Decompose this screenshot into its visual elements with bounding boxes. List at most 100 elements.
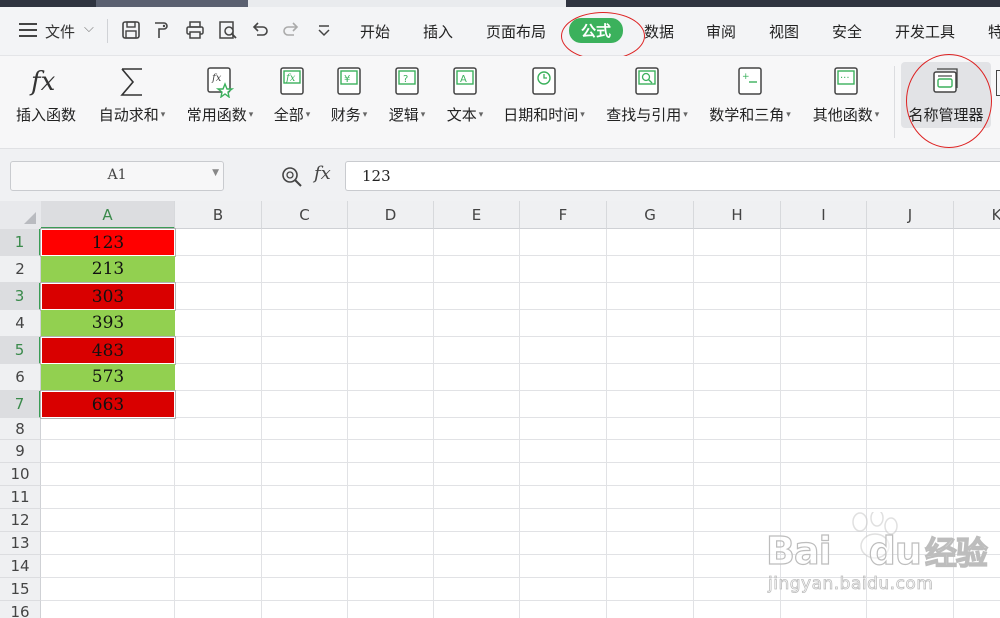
lookup-reference-label: 查找与引用 xyxy=(606,106,682,124)
math-trig-label: 数学和三角 xyxy=(709,106,785,124)
tab-home[interactable]: 开始 xyxy=(360,21,390,42)
logic-button[interactable]: ? 逻辑 ▾ xyxy=(382,56,432,148)
formula-input[interactable]: 123 xyxy=(345,161,1000,191)
row-header-6[interactable]: 6 xyxy=(0,364,41,391)
fx-formula-label[interactable]: fx xyxy=(314,163,331,184)
ribbon-divider xyxy=(894,66,895,138)
window-tab-active-strip xyxy=(248,0,566,7)
menu-hamburger-icon[interactable] xyxy=(19,23,37,37)
print-preview-icon[interactable] xyxy=(218,20,238,40)
finance-label: 财务 xyxy=(330,106,361,124)
autosum-button[interactable]: 自动求和 ▾ xyxy=(92,56,172,148)
datetime-icon xyxy=(532,67,556,95)
sigma-icon xyxy=(120,68,142,96)
finance-icon: ¥ xyxy=(337,67,361,95)
svg-text:···: ··· xyxy=(840,73,850,84)
select-all-corner[interactable] xyxy=(0,201,42,230)
row-header-10[interactable]: 10 xyxy=(0,463,41,486)
watermark-url: jingyan.baidu.com xyxy=(768,574,934,595)
row-header-13[interactable]: 13 xyxy=(0,532,41,555)
column-header-j[interactable]: J xyxy=(867,201,954,229)
format-painter-icon[interactable] xyxy=(151,20,171,40)
tab-insert[interactable]: 插入 xyxy=(423,21,453,42)
column-header-e[interactable]: E xyxy=(434,201,520,229)
grid-hline xyxy=(41,309,1000,310)
tab-view[interactable]: 视图 xyxy=(769,21,799,42)
svg-text:?: ? xyxy=(403,74,408,85)
grid-hline xyxy=(41,439,1000,440)
chevron-down-icon[interactable]: ▼ xyxy=(212,168,219,178)
all-functions-button[interactable]: fx 全部 ▾ xyxy=(268,56,316,148)
grid-hline xyxy=(41,255,1000,256)
common-functions-button[interactable]: fx 常用函数 ▾ xyxy=(180,56,260,148)
cell-a2[interactable]: 213 xyxy=(41,256,175,283)
cell-reference-box[interactable]: A1 ▼ xyxy=(10,161,224,191)
cell-a7[interactable]: 663 xyxy=(40,390,176,419)
cell-a1[interactable]: 123 xyxy=(40,228,176,257)
tab-page-layout[interactable]: 页面布局 xyxy=(486,21,546,42)
row-header-11[interactable]: 11 xyxy=(0,486,41,509)
column-header-a[interactable]: A xyxy=(41,201,175,229)
column-header-b[interactable]: B xyxy=(175,201,262,229)
menu-bar: 文件 ⌵ 开始 插入 页面布局 公式 数据 审阅 视图 安全 开发工具 特 xyxy=(0,7,1000,56)
other-functions-button[interactable]: ··· 其他函数 ▾ xyxy=(806,56,886,148)
tab-special[interactable]: 特 xyxy=(988,21,1000,42)
row-header-16[interactable]: 16 xyxy=(0,601,41,618)
datetime-label: 日期和时间 xyxy=(503,106,579,124)
grid-hline xyxy=(41,462,1000,463)
datetime-button[interactable]: 日期和时间 ▾ xyxy=(498,56,590,148)
grid-hline xyxy=(41,282,1000,283)
file-menu[interactable]: 文件 xyxy=(45,21,75,42)
row-header-7[interactable]: 7 xyxy=(0,391,41,418)
row-header-5[interactable]: 5 xyxy=(0,337,41,364)
row-header-12[interactable]: 12 xyxy=(0,509,41,532)
column-header-d[interactable]: D xyxy=(348,201,434,229)
tab-developer[interactable]: 开发工具 xyxy=(895,21,955,42)
row-header-2[interactable]: 2 xyxy=(0,256,41,283)
row-header-8[interactable]: 8 xyxy=(0,418,41,440)
column-header-g[interactable]: G xyxy=(607,201,694,229)
column-header-i[interactable]: I xyxy=(781,201,867,229)
row-header-9[interactable]: 9 xyxy=(0,440,41,463)
row-header-1[interactable]: 1 xyxy=(0,229,41,256)
insert-function-button[interactable]: fx 插入函数 xyxy=(8,56,84,148)
column-header-c[interactable]: C xyxy=(262,201,348,229)
row-header-3[interactable]: 3 xyxy=(0,283,41,310)
print-icon[interactable] xyxy=(185,20,205,40)
chevron-down-icon[interactable]: ⌵ xyxy=(84,21,94,36)
next-ribbon-item-edge[interactable] xyxy=(996,70,1000,96)
column-header-f[interactable]: F xyxy=(520,201,607,229)
grid-hline xyxy=(41,363,1000,364)
cell-a6[interactable]: 573 xyxy=(41,364,175,391)
watermark-brand-tail: du xyxy=(868,528,922,573)
row-header-4[interactable]: 4 xyxy=(0,310,41,337)
lookup-reference-button[interactable]: 查找与引用 ▾ xyxy=(600,56,694,148)
customize-dropdown-icon[interactable] xyxy=(314,20,334,40)
finance-button[interactable]: ¥ 财务 ▾ xyxy=(324,56,374,148)
undo-icon[interactable] xyxy=(250,20,270,40)
text-functions-button[interactable]: A 文本 ▾ xyxy=(440,56,490,148)
cell-a3[interactable]: 303 xyxy=(40,282,176,311)
tab-review[interactable]: 审阅 xyxy=(706,21,736,42)
column-header-h[interactable]: H xyxy=(694,201,781,229)
redo-icon[interactable] xyxy=(281,20,301,40)
grid-hline xyxy=(41,485,1000,486)
logic-icon: ? xyxy=(395,67,419,95)
column-header-k[interactable]: K xyxy=(954,201,1000,229)
text-functions-label: 文本 xyxy=(446,106,477,124)
tab-security[interactable]: 安全 xyxy=(832,21,862,42)
all-functions-icon: fx xyxy=(280,67,304,95)
grid-vline xyxy=(261,229,262,618)
cell-a4[interactable]: 393 xyxy=(41,310,175,337)
cell-reference-value: A1 xyxy=(107,167,127,183)
zoom-search-icon[interactable] xyxy=(281,166,303,188)
grid-hline xyxy=(41,336,1000,337)
formula-bar: A1 ▼ 123 xyxy=(0,149,1000,201)
tab-data[interactable]: 数据 xyxy=(644,21,674,42)
row-header-14[interactable]: 14 xyxy=(0,555,41,578)
row-header-15[interactable]: 15 xyxy=(0,578,41,601)
text-icon: A xyxy=(453,67,477,95)
cell-a5[interactable]: 483 xyxy=(40,336,176,365)
save-icon[interactable] xyxy=(121,20,141,40)
math-trig-button[interactable]: + 数学和三角 ▾ xyxy=(703,56,797,148)
